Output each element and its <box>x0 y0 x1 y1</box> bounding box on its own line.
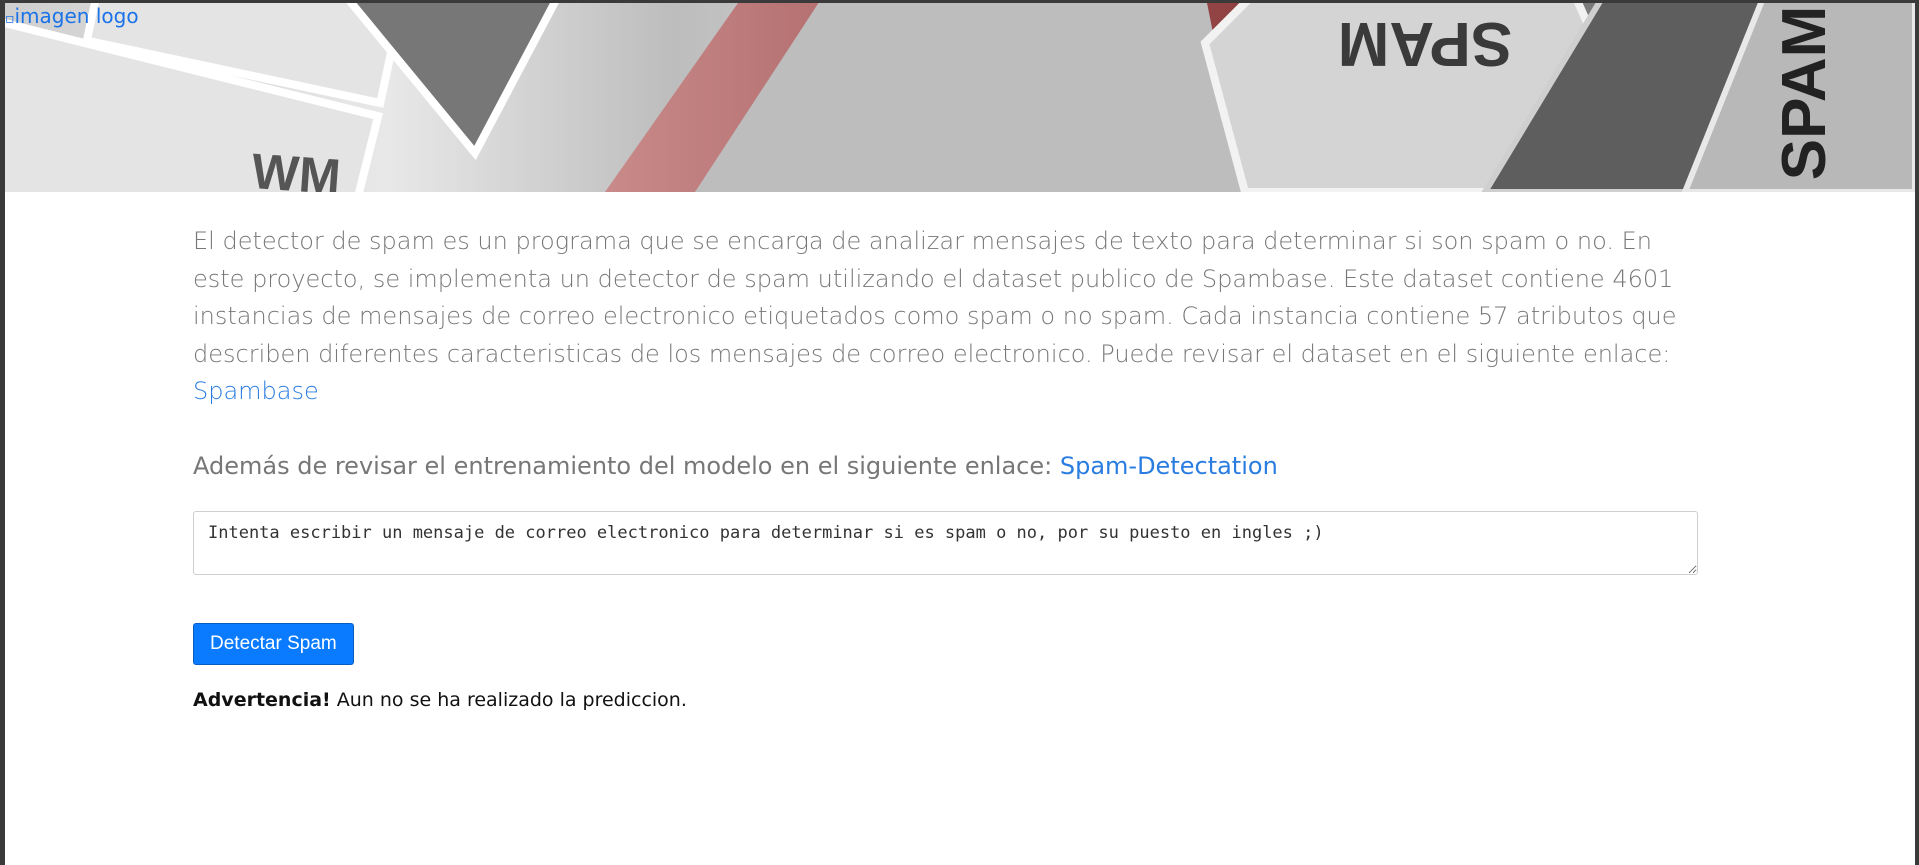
intro-text: El detector de spam es un programa que s… <box>193 227 1677 368</box>
logo-link[interactable]: ▫imagen logo <box>5 4 139 28</box>
banner-spam-text-2: SPAM <box>1770 6 1839 181</box>
main-content: El detector de spam es un programa que s… <box>193 223 1703 711</box>
training-link[interactable]: Spam-Detectation <box>1060 452 1278 480</box>
banner-image: SPAM SPAM WM <box>5 3 1915 192</box>
message-input[interactable] <box>193 511 1698 575</box>
page-frame: SPAM SPAM WM ▫imagen logo El detector de… <box>5 3 1915 865</box>
prediction-status: Advertencia! Aun no se ha realizado la p… <box>193 689 1703 711</box>
banner-spam-text-3: WM <box>250 143 343 192</box>
broken-image-icon: ▫ <box>5 11 15 27</box>
detect-spam-button[interactable]: Detectar Spam <box>193 623 354 665</box>
banner-spam-text-1: SPAM <box>1338 9 1513 78</box>
header-banner: SPAM SPAM WM ▫imagen logo <box>5 3 1915 192</box>
logo-alt-text: imagen logo <box>14 4 139 28</box>
spambase-link[interactable]: Spambase <box>193 377 319 405</box>
training-paragraph: Además de revisar el entrenamiento del m… <box>193 448 1703 486</box>
warning-text: Aun no se ha realizado la prediccion. <box>330 689 687 711</box>
intro-paragraph: El detector de spam es un programa que s… <box>193 223 1703 411</box>
training-text: Además de revisar el entrenamiento del m… <box>193 451 1060 480</box>
warning-label: Advertencia! <box>193 689 331 711</box>
